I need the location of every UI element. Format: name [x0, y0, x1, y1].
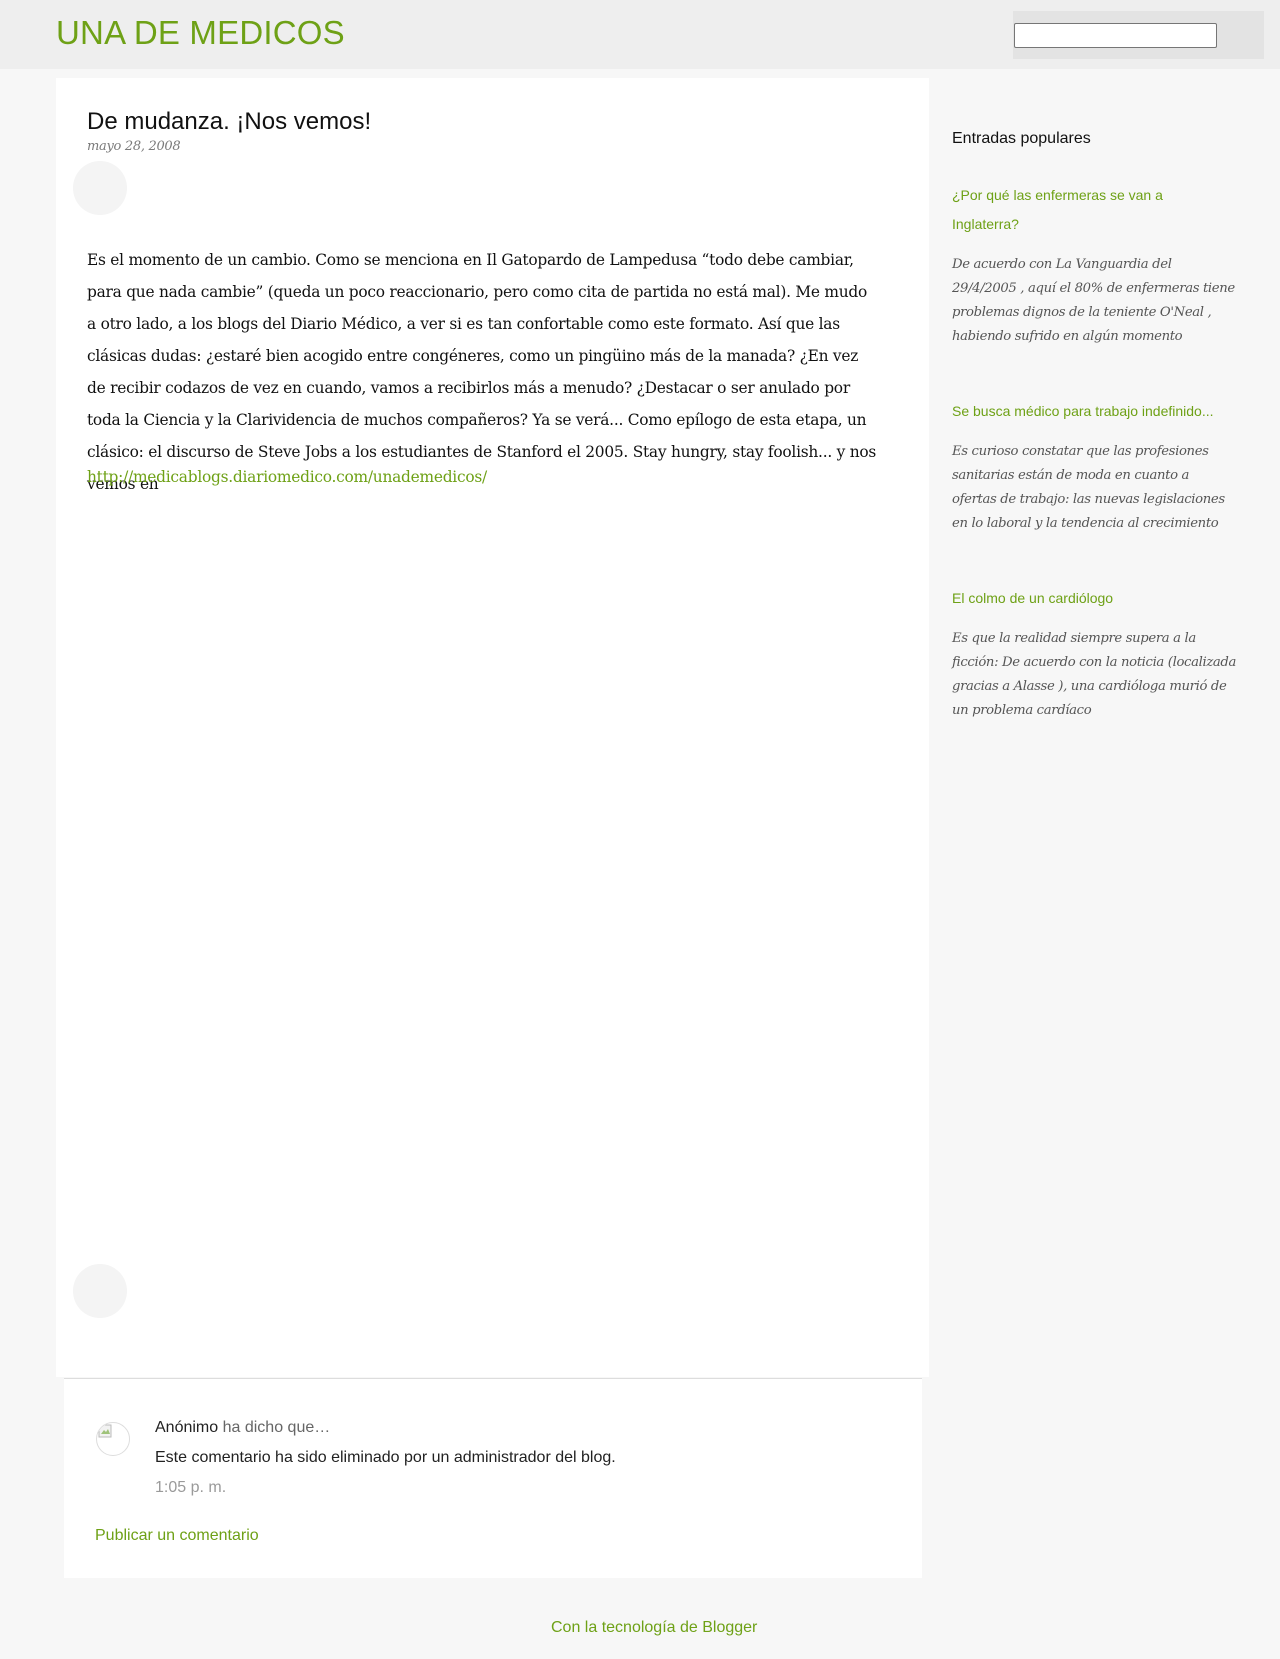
share-icon[interactable]	[73, 161, 127, 215]
post-date: mayo 28, 2008	[87, 139, 181, 154]
popular-post-title-link[interactable]: Se busca médico para trabajo indefinido.…	[952, 397, 1232, 426]
search-input[interactable]	[1014, 23, 1217, 48]
post-body: Es el momento de un cambio. Como se menc…	[87, 251, 877, 493]
popular-post-title-link[interactable]: El colmo de un cardiólogo	[952, 584, 1232, 613]
popular-post-title-link[interactable]: ¿Por qué las enfermeras se van a Inglate…	[952, 181, 1232, 239]
broken-image-icon	[96, 1422, 130, 1456]
comment-author-line: Anónimo ha dicho que…	[155, 1419, 330, 1437]
blog-title-link[interactable]: UNA DE MEDICOS	[56, 14, 345, 52]
popular-post-snippet: Es que la realidad siempre supera a la f…	[952, 631, 1237, 718]
comment-author-name: Anónimo	[155, 1419, 219, 1436]
share-icon[interactable]	[73, 1264, 127, 1318]
post-external-link[interactable]: http://medicablogs.diariomedico.com/unad…	[87, 468, 487, 486]
publish-comment-link[interactable]: Publicar un comentario	[95, 1527, 259, 1545]
popular-post-snippet: De acuerdo con La Vanguardia del 29/4/20…	[952, 257, 1235, 344]
comment-text: Este comentario ha sido eliminado por un…	[155, 1449, 616, 1466]
popular-posts-title: Entradas populares	[952, 130, 1091, 147]
comments-section	[64, 1378, 922, 1578]
popular-post-snippet: Es curioso constatar que las profesiones…	[952, 444, 1225, 531]
powered-by-blogger-link[interactable]: Con la tecnología de Blogger	[551, 1619, 757, 1637]
comment-timestamp-link[interactable]: 1:05 p. m.	[155, 1479, 226, 1497]
comment-said-label: ha dicho que…	[218, 1419, 331, 1436]
post-title: De mudanza. ¡Nos vemos!	[87, 108, 372, 135]
